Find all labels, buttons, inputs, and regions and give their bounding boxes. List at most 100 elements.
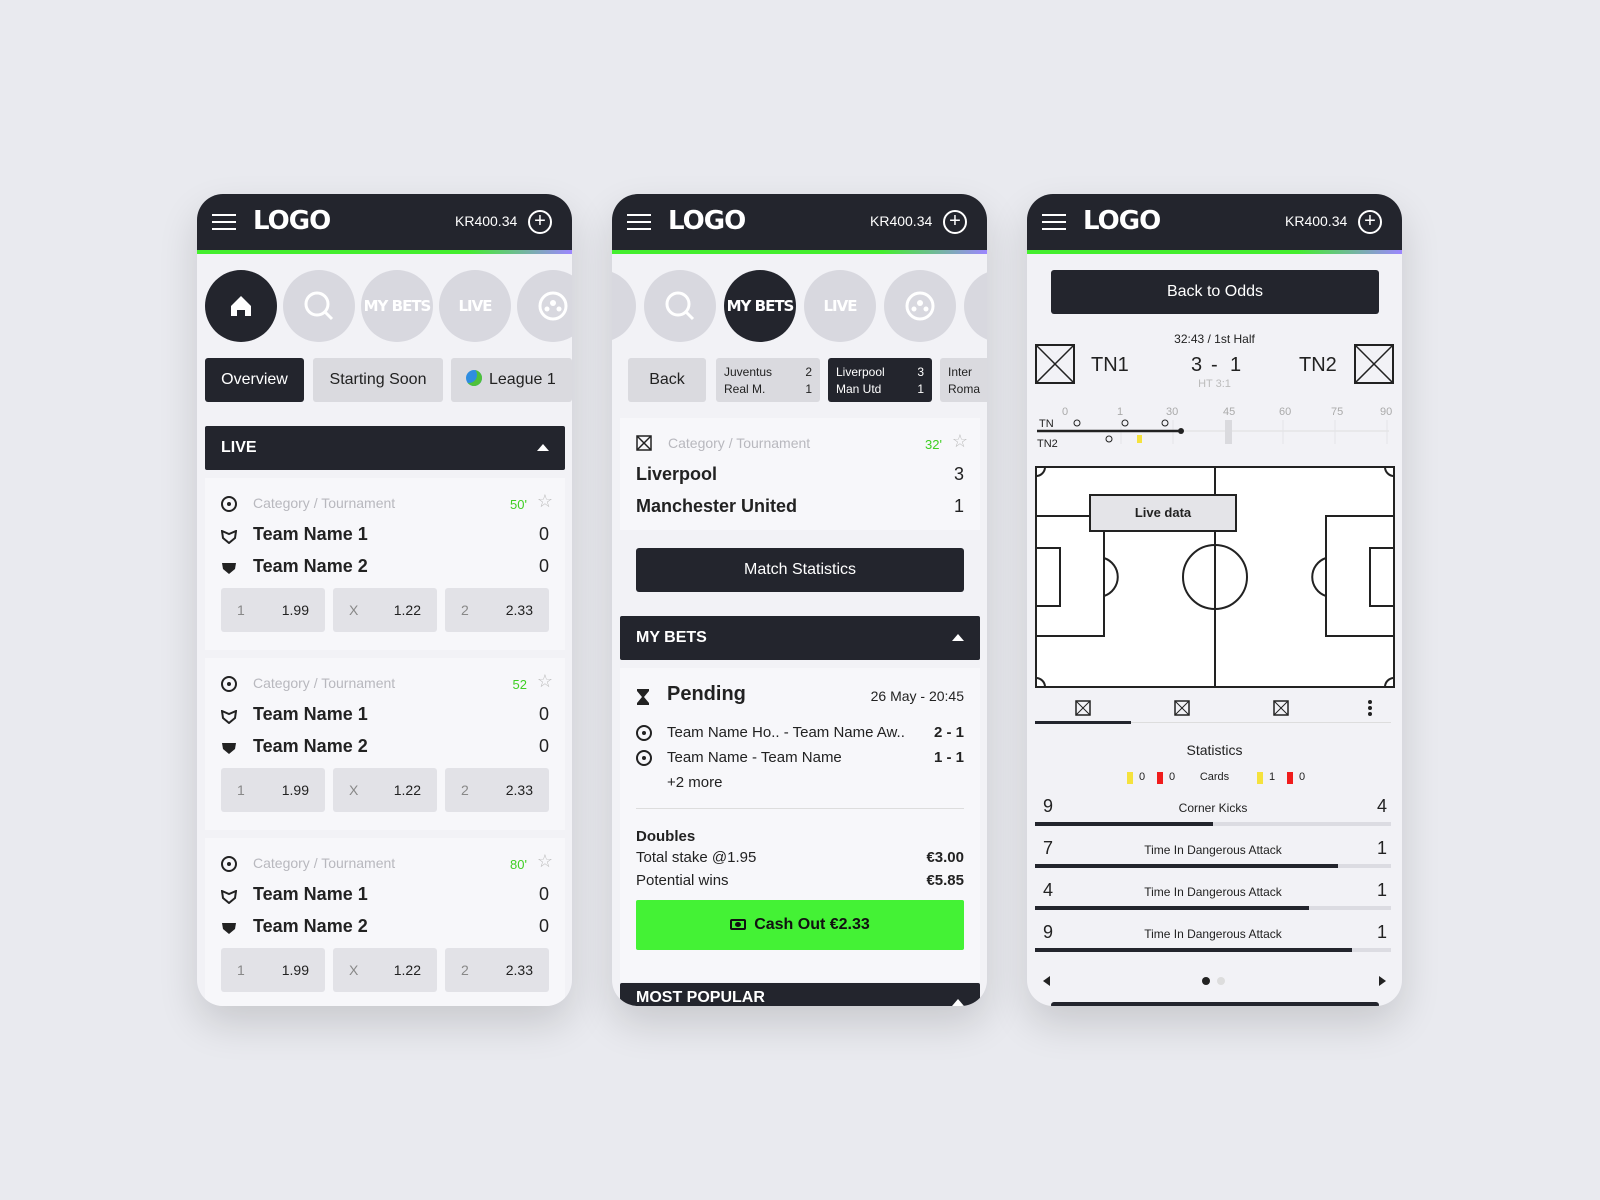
balance: KR400.34 bbox=[1285, 213, 1348, 229]
prev-page-icon[interactable] bbox=[1043, 976, 1050, 986]
chip-team: Man Utd bbox=[836, 382, 882, 396]
live-nav-button[interactable]: LIVE bbox=[804, 270, 876, 342]
odds-button-draw[interactable]: X 1.22 bbox=[333, 768, 437, 812]
page-dot-active[interactable] bbox=[1202, 977, 1210, 985]
tab-league-1[interactable]: League 1 bbox=[451, 358, 572, 402]
odds-button-draw[interactable]: X 1.22 bbox=[333, 948, 437, 992]
favorite-star-icon[interactable]: ☆ bbox=[537, 851, 553, 872]
cash-out-button[interactable]: Cash Out €2.33 bbox=[636, 900, 964, 950]
most-popular-section-header[interactable]: MOST POPULAR bbox=[620, 983, 980, 1006]
odds-button-away[interactable]: 2 2.33 bbox=[445, 588, 549, 632]
search-nav-button[interactable] bbox=[283, 270, 355, 342]
away-red-count: 0 bbox=[1299, 771, 1306, 783]
next-page-icon[interactable] bbox=[1379, 976, 1386, 986]
page-dot[interactable] bbox=[1217, 977, 1225, 985]
selected-match-card[interactable]: Category / Tournament 32' ☆ Liverpool 3 … bbox=[620, 418, 980, 530]
mybets-nav-button[interactable]: MY BETS bbox=[361, 270, 433, 342]
odds-button-draw[interactable]: X 1.22 bbox=[333, 588, 437, 632]
odds-value: 1.22 bbox=[393, 782, 421, 798]
team-shield-icon bbox=[221, 890, 237, 904]
favorite-star-icon[interactable]: ☆ bbox=[537, 491, 553, 512]
favorite-star-icon[interactable]: ☆ bbox=[537, 671, 553, 692]
section-title: MY BETS bbox=[636, 629, 707, 646]
collapse-icon[interactable] bbox=[952, 634, 964, 641]
category-label: Category / Tournament bbox=[253, 495, 396, 511]
logo[interactable]: LOGO bbox=[253, 206, 331, 236]
bet-selection: Team Name - Team Name bbox=[667, 749, 842, 766]
search-icon bbox=[665, 291, 695, 321]
add-funds-icon[interactable]: + bbox=[1358, 210, 1382, 234]
bet-selection: Team Name Ho.. - Team Name Aw.. bbox=[667, 724, 905, 741]
tab-placeholder-icon[interactable] bbox=[1075, 700, 1091, 716]
mybets-nav-button[interactable]: MY BETS bbox=[724, 270, 796, 342]
home-nav-button[interactable] bbox=[205, 270, 277, 342]
odds-button-away[interactable]: 2 2.33 bbox=[445, 768, 549, 812]
stat-bar-fill bbox=[1035, 948, 1352, 952]
team-name: Team Name 2 bbox=[253, 556, 368, 576]
odds-button-away[interactable]: 2 2.33 bbox=[445, 948, 549, 992]
more-selections-link[interactable]: +2 more bbox=[667, 774, 722, 791]
chip-team: Real M. bbox=[724, 382, 766, 396]
odds-key: 2 bbox=[461, 602, 469, 618]
match-card[interactable]: Category / Tournament 50' ☆ Team Name 1 … bbox=[205, 478, 565, 650]
match-chip-selected[interactable]: Liverpool 3 Man Utd 1 bbox=[828, 358, 932, 402]
football-nav-button[interactable] bbox=[884, 270, 956, 342]
football-icon bbox=[221, 856, 237, 872]
menu-icon[interactable] bbox=[1042, 214, 1066, 230]
bet-slip-card[interactable]: Pending 26 May - 20:45 Team Name Ho.. - … bbox=[620, 668, 980, 982]
team-shield-icon bbox=[222, 743, 236, 754]
match-card[interactable]: Category / Tournament 80' ☆ Team Name 1 … bbox=[205, 838, 565, 1006]
logo[interactable]: LOGO bbox=[668, 206, 746, 236]
category-label: Category / Tournament bbox=[253, 675, 396, 691]
match-card[interactable]: Category / Tournament 52 ☆ Team Name 1 0… bbox=[205, 658, 565, 830]
odds-button-home[interactable]: 1 1.99 bbox=[221, 948, 325, 992]
tab-overview[interactable]: Overview bbox=[205, 358, 304, 402]
bet-date: 26 May - 20:45 bbox=[870, 688, 964, 704]
collapse-icon[interactable] bbox=[537, 444, 549, 451]
add-funds-icon[interactable]: + bbox=[943, 210, 967, 234]
category-label: Category / Tournament bbox=[253, 855, 396, 871]
match-minute: 52 bbox=[512, 677, 527, 692]
team-score: 1 bbox=[953, 496, 964, 516]
stat-row: 7 Time In Dangerous Attack 1 bbox=[1035, 838, 1391, 878]
live-nav-button[interactable]: LIVE bbox=[439, 270, 511, 342]
timeline-track bbox=[1037, 419, 1389, 444]
search-nav-button[interactable] bbox=[644, 270, 716, 342]
match-statistics-button[interactable]: Match Statistics bbox=[636, 548, 964, 592]
odds-button-home[interactable]: 1 1.99 bbox=[221, 768, 325, 812]
collapse-icon[interactable] bbox=[952, 999, 964, 1006]
odds-button-home[interactable]: 1 1.99 bbox=[221, 588, 325, 632]
stat-row: 9 Time In Dangerous Attack 1 bbox=[1035, 922, 1391, 962]
odds-key: 2 bbox=[461, 782, 469, 798]
home-nav-button[interactable] bbox=[612, 270, 636, 342]
timeline-tick: 45 bbox=[1223, 406, 1236, 418]
back-button[interactable]: Back bbox=[628, 358, 706, 402]
menu-icon[interactable] bbox=[212, 214, 236, 230]
logo[interactable]: LOGO bbox=[1083, 206, 1161, 236]
more-options-icon[interactable] bbox=[1367, 699, 1373, 717]
chip-score: 2 bbox=[805, 365, 812, 379]
chip-team: Liverpool bbox=[836, 365, 885, 379]
live-section-header[interactable]: LIVE bbox=[205, 426, 565, 470]
accent-bar bbox=[1027, 250, 1402, 254]
accent-bar bbox=[197, 250, 572, 254]
football-nav-button[interactable] bbox=[517, 270, 572, 342]
favorite-star-icon[interactable]: ☆ bbox=[952, 431, 968, 452]
back-to-odds-button[interactable]: Back to Odds bbox=[1051, 270, 1379, 314]
tab-placeholder-icon[interactable] bbox=[1174, 700, 1190, 716]
match-chip[interactable]: Inter Roma bbox=[940, 358, 987, 402]
match-minute: 50' bbox=[510, 497, 527, 512]
tab-starting-soon[interactable]: Starting Soon bbox=[313, 358, 443, 402]
my-bets-section-header[interactable]: MY BETS bbox=[620, 616, 980, 660]
odds-key: X bbox=[349, 602, 359, 618]
tab-placeholder-icon[interactable] bbox=[1273, 700, 1289, 716]
menu-icon[interactable] bbox=[627, 214, 651, 230]
yellow-card-icon bbox=[1257, 772, 1263, 784]
match-chip[interactable]: Juventus 2 Real M. 1 bbox=[716, 358, 820, 402]
more-nav-button[interactable] bbox=[964, 270, 987, 342]
score-separator: - bbox=[1211, 354, 1218, 376]
bottom-button-edge[interactable] bbox=[1051, 1002, 1379, 1006]
active-tab-indicator bbox=[1035, 721, 1131, 724]
add-funds-icon[interactable]: + bbox=[528, 210, 552, 234]
stat-bar-fill bbox=[1035, 822, 1213, 826]
